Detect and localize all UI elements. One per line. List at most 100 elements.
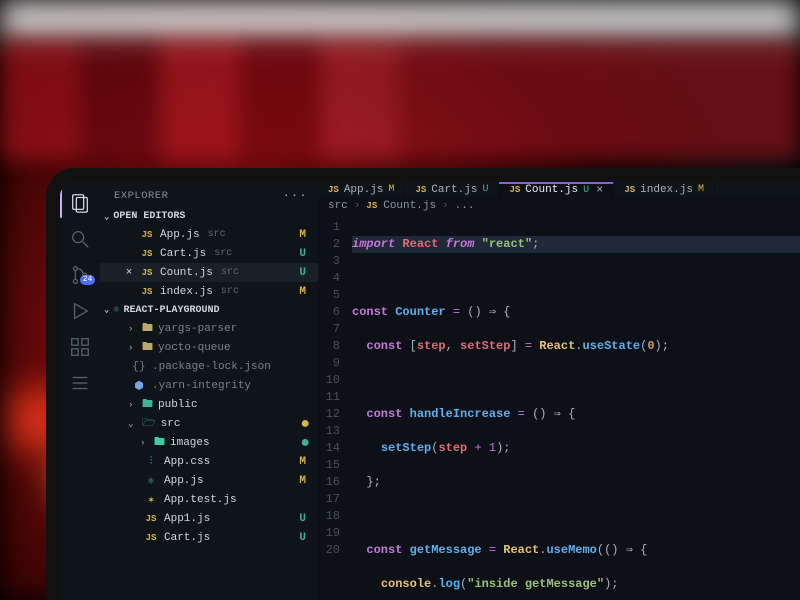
code-lines[interactable]: import React from "react"; const Counter… bbox=[346, 215, 800, 600]
project-section[interactable]: ⌄ ⚛ REACT-PLAYGROUND bbox=[100, 301, 318, 319]
js-file-icon: JS bbox=[624, 185, 635, 195]
chevron-right-icon: › bbox=[128, 400, 137, 410]
open-editors-label: OPEN EDITORS bbox=[113, 211, 185, 222]
search-icon[interactable] bbox=[69, 228, 91, 250]
tab-app-js[interactable]: JS App.js M bbox=[318, 182, 405, 197]
file-package-lock[interactable]: {} .package-lock.json bbox=[100, 357, 318, 376]
file-name: App1.js bbox=[164, 513, 210, 525]
file-name: Cart.js bbox=[160, 248, 206, 260]
code-editor[interactable]: 1234567891011121314151617181920 import R… bbox=[318, 215, 800, 600]
activity-active-indicator bbox=[60, 190, 62, 218]
js-file-icon: JS bbox=[140, 230, 154, 240]
open-editor-index-js[interactable]: JS index.js src M bbox=[100, 282, 318, 301]
folder-name: src bbox=[161, 418, 181, 430]
folder-name: yocto-queue bbox=[158, 342, 231, 354]
editor-window: 24 EXPLORER ··· ⌄ OPEN EDITORS bbox=[60, 182, 800, 600]
file-path: src bbox=[208, 229, 226, 240]
folder-icon: 🖿 bbox=[142, 338, 153, 357]
file-name: Cart.js bbox=[164, 532, 210, 544]
file-name: index.js bbox=[160, 286, 213, 298]
photo-background-shelf bbox=[0, 40, 800, 160]
git-status: U bbox=[299, 267, 310, 279]
images-folder-icon: 🖿 bbox=[154, 433, 165, 452]
open-editor-app-js[interactable]: JS App.js src M bbox=[100, 225, 318, 244]
folder-images[interactable]: › 🖿 images ● bbox=[100, 433, 318, 452]
chevron-right-icon: › bbox=[128, 324, 137, 334]
outline-icon[interactable] bbox=[69, 372, 91, 394]
js-file-icon: JS bbox=[328, 185, 339, 195]
git-status: M bbox=[698, 184, 704, 195]
explorer-icon[interactable] bbox=[69, 192, 91, 214]
file-app-test-js[interactable]: ✶ App.test.js bbox=[100, 490, 318, 509]
file-app1-js[interactable]: JS App1.js U bbox=[100, 509, 318, 528]
scm-badge: 24 bbox=[80, 275, 96, 285]
tab-label: index.js bbox=[640, 184, 693, 196]
file-name: App.css bbox=[164, 456, 210, 468]
folder-icon: 🖿 bbox=[142, 319, 153, 338]
chevron-down-icon: ⌄ bbox=[104, 212, 109, 222]
file-name: .package-lock.json bbox=[152, 361, 271, 373]
git-status: U bbox=[583, 185, 589, 196]
js-file-icon: JS bbox=[144, 514, 158, 524]
git-status: U bbox=[299, 513, 310, 525]
js-file-icon: JS bbox=[415, 185, 426, 195]
file-app-css[interactable]: ⫶ App.css M bbox=[100, 452, 318, 471]
folder-src[interactable]: ⌄ 🗁 src ● bbox=[100, 414, 318, 433]
git-status: M bbox=[299, 456, 310, 468]
chevron-right-icon: › bbox=[354, 200, 361, 212]
git-status: U bbox=[299, 248, 310, 260]
folder-open-icon: 🗁 bbox=[142, 414, 156, 433]
css-file-icon: ⫶ bbox=[144, 456, 158, 468]
file-cart-js[interactable]: JS Cart.js U bbox=[100, 528, 318, 547]
line-gutter: 1234567891011121314151617181920 bbox=[318, 215, 346, 600]
git-status: U bbox=[299, 532, 310, 544]
folder-yargs-parser[interactable]: › 🖿 yargs-parser bbox=[100, 319, 318, 338]
open-editor-cart-js[interactable]: JS Cart.js src U bbox=[100, 244, 318, 263]
source-control-icon[interactable]: 24 bbox=[69, 264, 91, 286]
project-name: REACT-PLAYGROUND bbox=[123, 305, 219, 316]
file-name: .yarn-integrity bbox=[152, 380, 251, 392]
js-file-icon: JS bbox=[140, 287, 154, 297]
folder-icon: 🖿 bbox=[142, 395, 153, 414]
js-file-icon: JS bbox=[144, 533, 158, 543]
debug-icon[interactable] bbox=[69, 300, 91, 322]
open-editors-section[interactable]: ⌄ OPEN EDITORS bbox=[100, 208, 318, 225]
js-file-icon: JS bbox=[509, 185, 520, 195]
sidebar-header: EXPLORER ··· bbox=[100, 188, 318, 208]
js-file-icon: JS bbox=[140, 268, 154, 278]
tab-count-js[interactable]: JS Count.js U × bbox=[499, 182, 614, 197]
crumb-file[interactable]: Count.js bbox=[383, 200, 436, 212]
breadcrumb[interactable]: src › JS Count.js › ... bbox=[318, 197, 800, 215]
file-name: App.js bbox=[164, 475, 204, 487]
git-status: M bbox=[299, 475, 310, 487]
react-file-icon: ⚛ bbox=[144, 474, 158, 488]
folder-name: public bbox=[158, 399, 198, 411]
tab-close-icon[interactable]: × bbox=[596, 183, 603, 197]
editor-area: JS App.js M JS Cart.js U JS Count.js U ×… bbox=[318, 182, 800, 600]
yarn-file-icon: ⬢ bbox=[132, 379, 146, 393]
folder-public[interactable]: › 🖿 public bbox=[100, 395, 318, 414]
tab-cart-js[interactable]: JS Cart.js U bbox=[405, 182, 499, 197]
file-name: App.test.js bbox=[164, 494, 237, 506]
git-status: M bbox=[299, 229, 310, 241]
close-icon[interactable]: × bbox=[124, 267, 134, 279]
js-file-icon: JS bbox=[366, 201, 377, 211]
file-yarn-integrity[interactable]: ⬢ .yarn-integrity bbox=[100, 376, 318, 395]
tab-label: Cart.js bbox=[431, 184, 477, 196]
editor-tabs: JS App.js M JS Cart.js U JS Count.js U ×… bbox=[318, 182, 800, 197]
file-path: src bbox=[221, 267, 239, 278]
crumb-src[interactable]: src bbox=[328, 200, 348, 212]
sidebar-more-icon[interactable]: ··· bbox=[283, 190, 308, 202]
tab-index-js[interactable]: JS index.js M bbox=[614, 182, 715, 197]
chevron-right-icon: › bbox=[128, 343, 137, 353]
sidebar-title: EXPLORER bbox=[114, 190, 168, 202]
laptop-frame: 24 EXPLORER ··· ⌄ OPEN EDITORS bbox=[46, 168, 800, 600]
file-path: src bbox=[214, 248, 232, 259]
crumb-symbol[interactable]: ... bbox=[455, 200, 475, 212]
chevron-right-icon: › bbox=[140, 438, 149, 448]
open-editor-count-js[interactable]: × JS Count.js src U bbox=[100, 263, 318, 282]
folder-name: images bbox=[170, 437, 210, 449]
file-app-js[interactable]: ⚛ App.js M bbox=[100, 471, 318, 490]
extensions-icon[interactable] bbox=[69, 336, 91, 358]
folder-yocto-queue[interactable]: › 🖿 yocto-queue bbox=[100, 338, 318, 357]
